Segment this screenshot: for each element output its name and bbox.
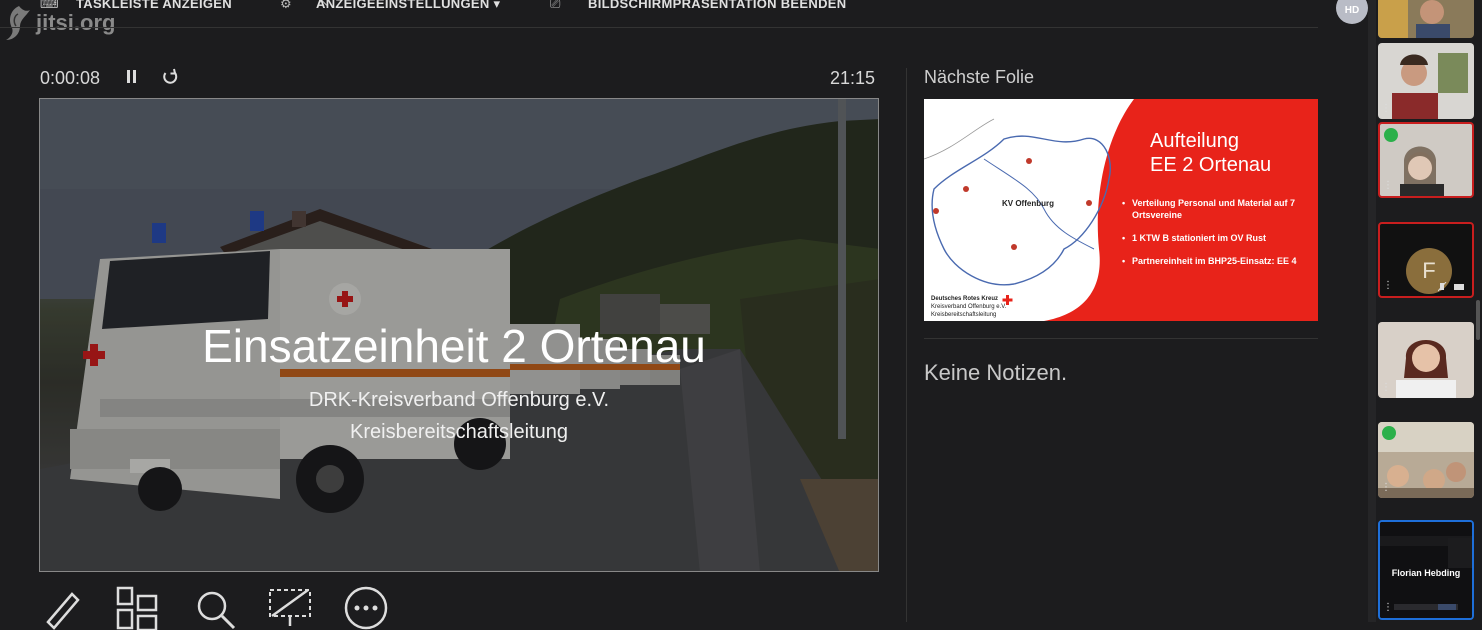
next-slide-title-line2: EE 2 Ortenau [1150,154,1272,176]
participant-tile[interactable]: ⋮ [1378,322,1474,398]
tile-menu-icon[interactable]: ⋮ [1383,181,1393,192]
restart-timer-icon[interactable] [160,67,180,87]
top-toolbar: jitsi.org ⌨ TASKLEISTE ANZEIGEN ⚙ ↖ ANZE… [0,0,1330,40]
slide-title: Einsatzeinheit 2 Ortenau [40,319,878,373]
participant-video [1378,0,1474,38]
notes-divider [924,338,1318,339]
participant-video [1378,322,1474,398]
list-item: Verteilung Personal und Material auf 7 O… [1122,197,1316,221]
display-settings-button[interactable]: ANZEIGEEINSTELLUNGEN ▾ [316,0,500,12]
participant-tile[interactable]: F ⋮ [1378,222,1474,298]
current-slide[interactable]: Einsatzeinheit 2 Ortenau DRK-Kreisverban… [39,98,879,572]
slide-subtitle-1: DRK-Kreisverband Offenburg e.V. [40,389,878,412]
list-item: Partnereinheit im BHP25-Einsatz: EE 4 [1122,255,1316,267]
jitsi-logo-icon [6,6,30,40]
tile-menu-icon[interactable]: ⋮ [1383,281,1393,292]
pause-icon[interactable] [124,68,140,86]
drk-footer-line1: Deutsches Rotes Kreuz [931,296,999,302]
map-label: KV Offenburg [1002,199,1054,208]
participant-tile[interactable]: ⋮ [1378,122,1474,198]
slide-title-text: Einsatzeinheit 2 Ortenau [202,320,706,372]
end-presentation-button[interactable]: BILDSCHIRMPRÄSENTATION BEENDEN [588,0,846,11]
all-slides-icon[interactable] [116,586,160,630]
tile-menu-icon[interactable]: ⋮ [1381,104,1391,115]
elapsed-timer: 0:00:08 [40,68,101,88]
next-slide-title-line1: Aufteilung [1150,130,1239,152]
zoom-icon[interactable] [192,586,236,630]
drk-footer-line2: Kreisverband Offenburg e.V. [931,304,1007,310]
next-slide-bullets: Verteilung Personal und Material auf 7 O… [1122,197,1316,278]
user-avatar[interactable]: HD [1336,0,1368,24]
participant-tile[interactable]: ⋮ [1378,43,1474,119]
connection-indicator-icon[interactable] [1382,426,1396,440]
next-slide-label: Nächste Folie [924,67,1035,87]
show-taskbar-button[interactable]: TASKLEISTE ANZEIGEN [76,0,232,11]
tile-menu-icon[interactable]: ⋮ [1381,483,1391,494]
muted-icons [1438,282,1464,292]
drk-footer-line3: Kreisbereitschaftsleitung [931,312,997,318]
list-item: 1 KTW B stationiert im OV Rust [1122,232,1316,244]
tile-menu-icon[interactable]: ⋮ [1383,603,1393,614]
keyboard-icon: ⌨ [40,0,59,11]
drk-footer: Deutsches Rotes Kreuz Kreisverband Offen… [931,295,1006,319]
toolbar-divider [0,27,1318,28]
logo-text: jitsi.org [36,10,116,35]
next-slide-title: Aufteilung EE 2 Ortenau [1150,129,1271,177]
participant-tile[interactable] [1378,0,1474,38]
black-screen-icon[interactable] [268,586,312,630]
speaker-notes: Keine Notizen. [924,360,1068,385]
panel-divider [906,68,907,622]
tile-menu-icon[interactable]: ⋮ [1381,383,1391,394]
participant-name: Florian Hebding [1391,568,1461,578]
connection-indicator-icon[interactable] [1384,128,1398,142]
gear-icon: ⚙ [280,0,292,11]
end-presentation-icon: ⎚ [550,0,561,11]
more-options-icon[interactable] [344,586,388,630]
slide-subtitle-2: Kreisbereitschaftsleitung [40,421,878,444]
filmstrip-gutter [1368,0,1376,622]
current-time: 21:15 [830,68,876,88]
participant-tile-active[interactable]: Florian Hebding ⋮ [1378,520,1474,620]
participant-video [1378,43,1474,119]
filmstrip-scrollbar[interactable] [1476,300,1480,340]
slide-subtitle-1-text: DRK-Kreisverband Offenburg e.V. [308,389,610,411]
slide-subtitle-2-text: Kreisbereitschaftsleitung [350,421,568,443]
next-slide-preview[interactable]: Aufteilung EE 2 Ortenau Verteilung Perso… [924,99,1318,321]
pen-tool-icon[interactable] [42,586,86,630]
participant-tile[interactable]: ⋮ [1378,422,1474,498]
